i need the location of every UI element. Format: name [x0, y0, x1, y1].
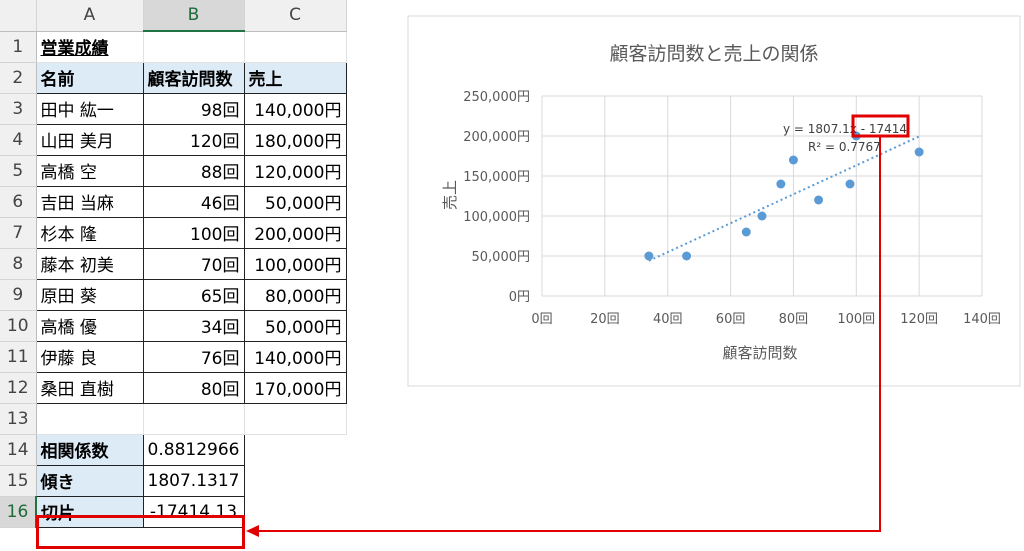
y-tick-label: 150,000円	[463, 170, 530, 185]
scatter-chart: 顧客訪問数と売上の関係 0円 50,000円 100,000円 150,000円 200…	[246, 15, 1021, 537]
data-point[interactable]	[757, 211, 767, 221]
x-axis-label: 顧客訪問数	[722, 344, 797, 362]
data-point[interactable]	[644, 251, 654, 261]
x-tick-label: 120回	[900, 312, 938, 327]
y-tick-label: 50,000円	[472, 250, 531, 265]
x-tick-label: 40回	[653, 312, 683, 327]
x-tick-label: 140回	[963, 312, 1001, 327]
y-axis-label: 売上	[441, 180, 459, 210]
y-tick-label: 0円	[509, 290, 530, 305]
x-tick-label: 60回	[716, 312, 746, 327]
x-tick-label: 0回	[531, 312, 552, 327]
chart-area[interactable]	[407, 15, 1021, 387]
x-tick-label: 20回	[590, 312, 620, 327]
x-tick-label: 100回	[837, 312, 875, 327]
trendline-equation: y = 1807.1x - 17414	[783, 122, 907, 136]
data-point[interactable]	[788, 155, 798, 165]
chart-title: 顧客訪問数と売上の関係	[609, 43, 818, 65]
data-point[interactable]	[845, 179, 855, 189]
y-tick-label: 200,000円	[463, 130, 530, 145]
trendline-r2: R² = 0.7767	[808, 140, 881, 154]
data-point[interactable]	[776, 179, 786, 189]
y-tick-label: 250,000円	[463, 90, 530, 105]
data-point[interactable]	[682, 251, 692, 261]
y-tick-label: 100,000円	[463, 210, 530, 225]
x-tick-label: 80回	[779, 312, 809, 327]
data-point[interactable]	[914, 147, 924, 157]
arrowhead-icon	[246, 525, 259, 537]
data-point[interactable]	[741, 227, 751, 237]
data-point[interactable]	[814, 195, 824, 205]
